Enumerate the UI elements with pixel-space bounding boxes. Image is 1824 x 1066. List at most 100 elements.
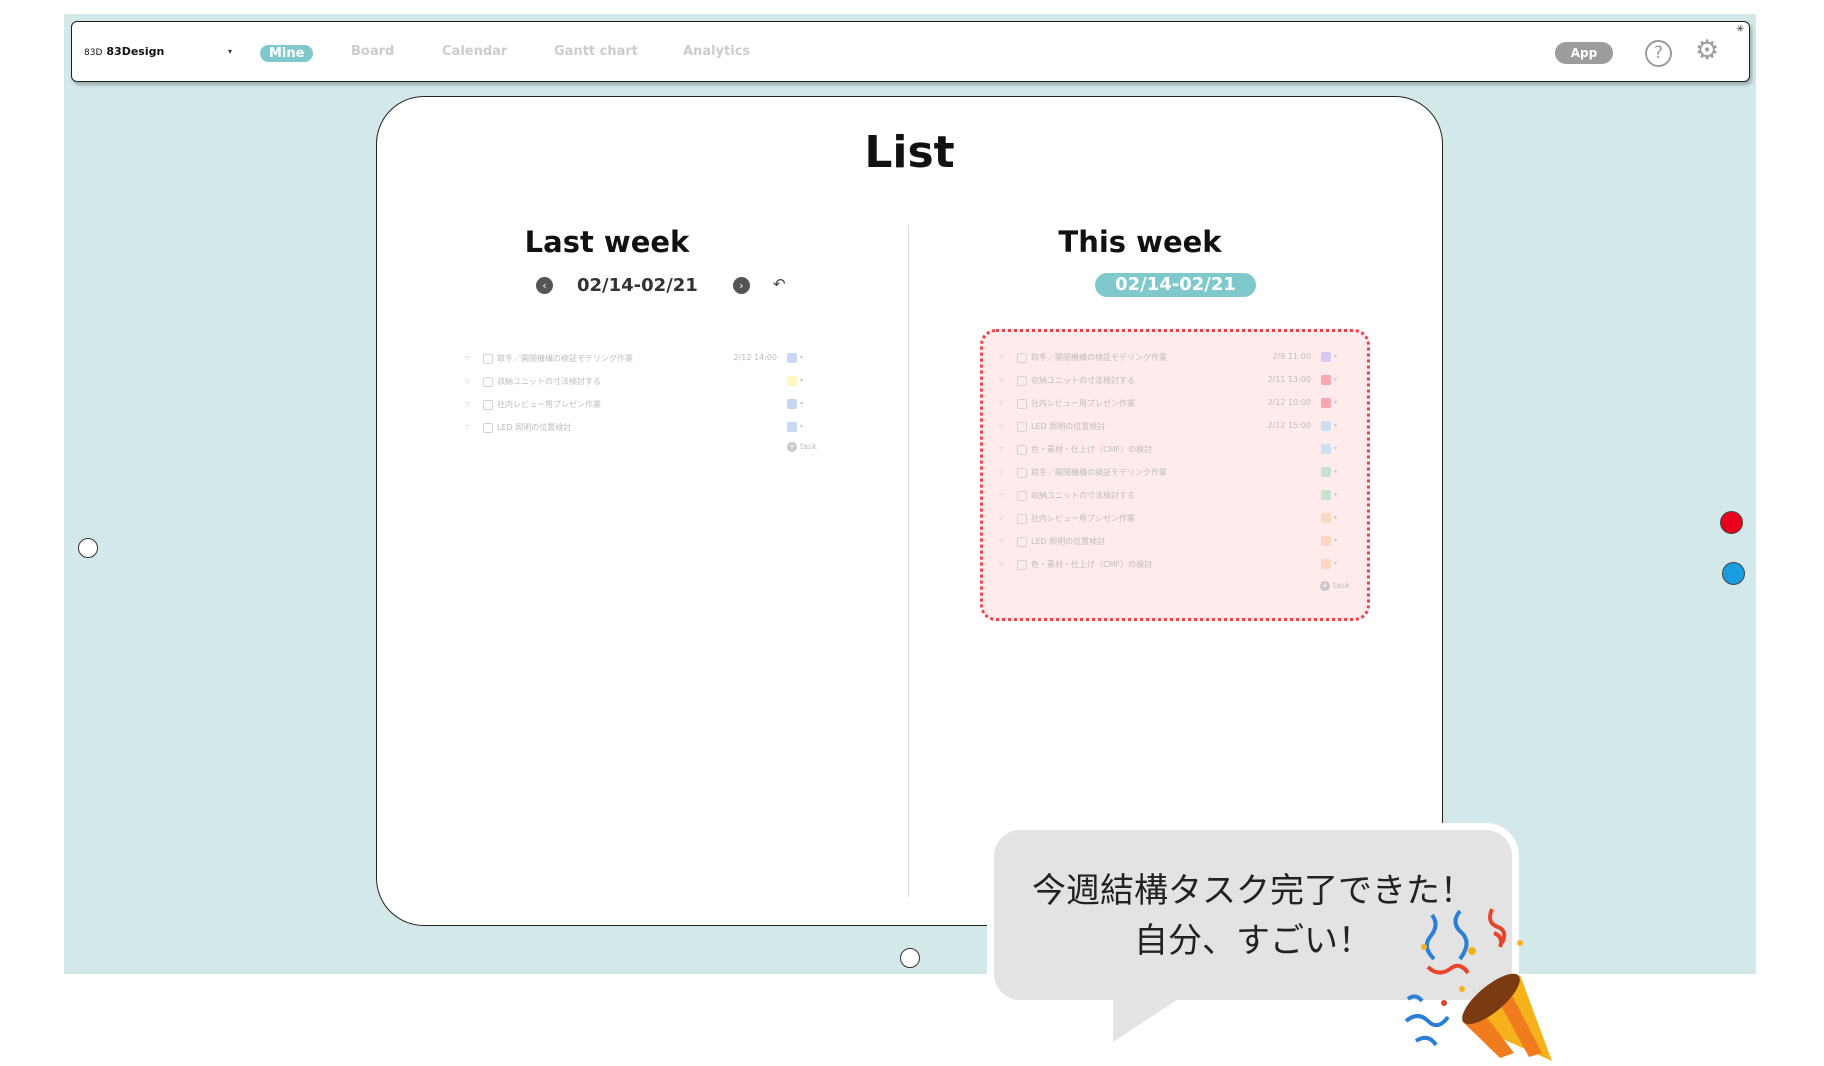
task-checkbox[interactable] [483,354,493,364]
task-row[interactable]: ▽ LED 照明の位置検討 ▾ [465,422,817,436]
task-row[interactable]: ▽ 収納ユニットの寸法検討する 2/11 13:00 ▾ [999,375,1351,389]
task-due-date: 2/11 13:00 [1267,375,1311,384]
task-checkbox[interactable] [1017,468,1027,478]
task-color-swatch[interactable] [787,376,797,386]
expand-icon[interactable]: ▽ [999,446,1004,453]
expand-icon[interactable]: ▽ [465,378,470,385]
task-row[interactable]: ▽ 取手／開閉機構の検証モデリング作業 ▾ [999,467,1351,481]
task-checkbox[interactable] [1017,353,1027,363]
chevron-down-icon[interactable]: ▾ [1334,399,1337,406]
task-color-swatch[interactable] [1321,490,1331,500]
task-name: 取手／開閉機構の検証モデリング作業 [1031,468,1167,477]
tab-analytics[interactable]: Analytics [683,44,750,59]
task-color-swatch[interactable] [1321,421,1331,431]
task-checkbox[interactable] [1017,422,1027,432]
task-row[interactable]: ▽ LED 照明の位置検討 ▾ [999,536,1351,550]
task-color-swatch[interactable] [1321,398,1331,408]
task-name: 取手／開閉機構の検証モデリング作業 [497,354,633,363]
chevron-down-icon[interactable]: ▾ [800,377,803,384]
tab-board[interactable]: Board [351,44,394,59]
expand-icon[interactable]: ▽ [999,469,1004,476]
task-due-date: 2/12 14:00 [733,353,777,362]
expand-icon[interactable]: ▽ [465,424,470,431]
task-row[interactable]: ▽ 社内レビュー用プレゼン作業 ▾ [999,513,1351,527]
blue-color-dot[interactable] [1722,562,1745,585]
task-color-swatch[interactable] [1321,513,1331,523]
task-color-swatch[interactable] [1321,352,1331,362]
task-checkbox[interactable] [1017,491,1027,501]
task-color-swatch[interactable] [787,399,797,409]
brand-dropdown-icon[interactable]: ▾ [228,47,232,56]
expand-icon[interactable]: ▽ [999,400,1004,407]
gear-icon[interactable]: ⚙ [1695,35,1719,66]
task-checkbox[interactable] [1017,445,1027,455]
app-button[interactable]: App [1555,42,1613,64]
task-checkbox[interactable] [1017,537,1027,547]
chevron-down-icon[interactable]: ▾ [1334,468,1337,475]
expand-icon[interactable]: ▽ [999,423,1004,430]
task-row[interactable]: ▽ 色・素材・仕上げ（CMF）の検討 ▾ [999,444,1351,458]
undo-icon[interactable]: ↶ [773,275,786,293]
expand-icon[interactable]: ▽ [999,561,1004,568]
expand-icon[interactable]: ▽ [999,515,1004,522]
resize-handle-left[interactable] [78,538,98,558]
task-row[interactable]: ▽ 取手／開閉機構の検証モデリング作業 2/9 11:00 ▾ [999,352,1351,366]
task-checkbox[interactable] [1017,399,1027,409]
task-row[interactable]: ▽ 色・素材・仕上げ（CMF）の検討 ▾ [999,559,1351,573]
brand-logo: 83D [84,48,103,58]
task-row[interactable]: ▽ 収納ユニットの寸法検討する ▾ [999,490,1351,504]
task-color-swatch[interactable] [787,353,797,363]
task-row[interactable]: ▽ 社内レビュー用プレゼン作業 ▾ [465,399,817,413]
party-popper-icon [1404,908,1552,1061]
task-color-swatch[interactable] [1321,467,1331,477]
task-row[interactable]: ▽ LED 照明の位置検討 2/12 15:00 ▾ [999,421,1351,435]
task-checkbox[interactable] [1017,560,1027,570]
task-row[interactable]: ▽ 収納ユニットの寸法検討する ▾ [465,376,817,390]
task-checkbox[interactable] [483,423,493,433]
chevron-down-icon[interactable]: ▾ [1334,353,1337,360]
chevron-down-icon[interactable]: ▾ [1334,376,1337,383]
tab-calendar[interactable]: Calendar [442,44,507,59]
task-row[interactable]: ▽ 取手／開閉機構の検証モデリング作業 2/12 14:00 ▾ [465,353,817,367]
task-checkbox[interactable] [1017,376,1027,386]
chevron-down-icon[interactable]: ▾ [800,400,803,407]
task-name: 色・素材・仕上げ（CMF）の検討 [1031,560,1153,569]
brand[interactable]: 83D 83Design [84,45,164,58]
chevron-down-icon[interactable]: ▾ [1334,560,1337,567]
add-task-button[interactable]: + task [787,442,817,452]
expand-icon[interactable]: ▽ [465,355,470,362]
chevron-down-icon[interactable]: ▾ [800,423,803,430]
task-color-swatch[interactable] [787,422,797,432]
task-name: LED 照明の位置検討 [1031,422,1106,431]
brand-name: 83Design [106,45,165,58]
expand-icon[interactable]: ▽ [465,401,470,408]
task-color-swatch[interactable] [1321,536,1331,546]
chevron-down-icon[interactable]: ▾ [1334,491,1337,498]
chevron-down-icon[interactable]: ▾ [800,354,803,361]
page-title: List [864,127,955,178]
task-row[interactable]: ▽ 社内レビュー用プレゼン作業 2/12 10:00 ▾ [999,398,1351,412]
chevron-down-icon[interactable]: ▾ [1334,445,1337,452]
red-color-dot[interactable] [1720,511,1743,534]
help-icon[interactable]: ? [1645,40,1672,67]
add-task-button[interactable]: + task [1320,581,1350,591]
task-color-swatch[interactable] [1321,559,1331,569]
expand-icon[interactable]: ▽ [999,492,1004,499]
chevron-left-icon[interactable]: ‹ [536,277,553,294]
chevron-down-icon[interactable]: ▾ [1334,537,1337,544]
task-checkbox[interactable] [1017,514,1027,524]
resize-handle-bottom[interactable] [900,948,920,968]
expand-icon[interactable]: ▽ [999,354,1004,361]
task-color-swatch[interactable] [1321,375,1331,385]
task-checkbox[interactable] [483,400,493,410]
task-checkbox[interactable] [483,377,493,387]
chevron-down-icon[interactable]: ▾ [1334,422,1337,429]
tab-gantt-chart[interactable]: Gantt chart [554,44,638,59]
task-color-swatch[interactable] [1321,444,1331,454]
expand-icon[interactable]: ▽ [999,377,1004,384]
expand-icon[interactable]: ▽ [999,538,1004,545]
tab-mine[interactable]: Mine [260,45,314,62]
chevron-right-icon[interactable]: › [733,277,750,294]
chevron-down-icon[interactable]: ▾ [1334,514,1337,521]
asterisk-icon: ✳ [1736,24,1745,35]
